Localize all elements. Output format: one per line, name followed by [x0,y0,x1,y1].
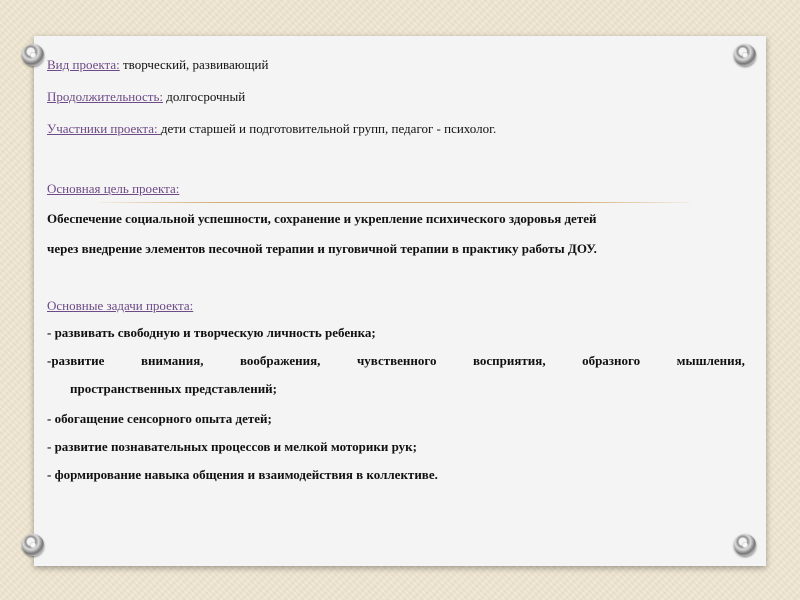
task-item-4: - развитие познавательных процессов и ме… [47,439,417,454]
project-type-line: Вид проекта: творческий, развивающий [47,57,268,73]
task-item-3: - обогащение сенсорного опыта детей; [47,411,272,426]
task-item-2-word: внимания, [140,353,204,368]
task-item-2-word: мышления, [676,353,745,368]
task-item-2-word: образного [582,353,641,368]
main-goal-label: Основная цель проекта: [47,181,180,196]
task-item-2-cont: пространственных представлений; [70,381,278,396]
main-goal-heading: Основная цель проекта: [47,181,179,197]
task-item-1: - развивать свободную и творческую лично… [47,325,376,340]
task-item-2-word: воображения, [239,353,321,368]
project-type-value: творческий, развивающий [119,57,269,72]
task-item-2: -развитие внимания, воображения, чувстве… [47,353,745,369]
main-goal-text-1: Обеспечение социальной успешности, сохра… [47,211,597,226]
participants-line: Участники проекта: дети старшей и подгот… [47,121,496,137]
pin-icon [734,44,756,66]
duration-label: Продолжительность: [47,89,164,104]
main-goal-text-2: через внедрение элементов песочной терап… [47,241,597,256]
task-item-2-word: восприятия, [472,353,546,368]
duration-line: Продолжительность: долгосрочный [47,89,245,105]
pin-icon [734,534,756,556]
project-type-label: Вид проекта: [47,57,120,72]
tasks-label: Основные задачи проекта: [47,298,194,313]
task-item-2-word: чувственного [356,353,437,368]
task-item-2-word: -развитие [47,353,105,368]
divider-line [98,202,690,203]
task-item-5: - формирование навыка общения и взаимоде… [47,467,438,482]
pin-icon [22,534,44,556]
participants-label: Участники проекта: [47,121,161,136]
participants-value: дети старшей и подготовительной групп, п… [160,121,497,136]
duration-value: долгосрочный [163,89,246,104]
tasks-heading: Основные задачи проекта: [47,298,193,314]
pin-icon [22,44,44,66]
